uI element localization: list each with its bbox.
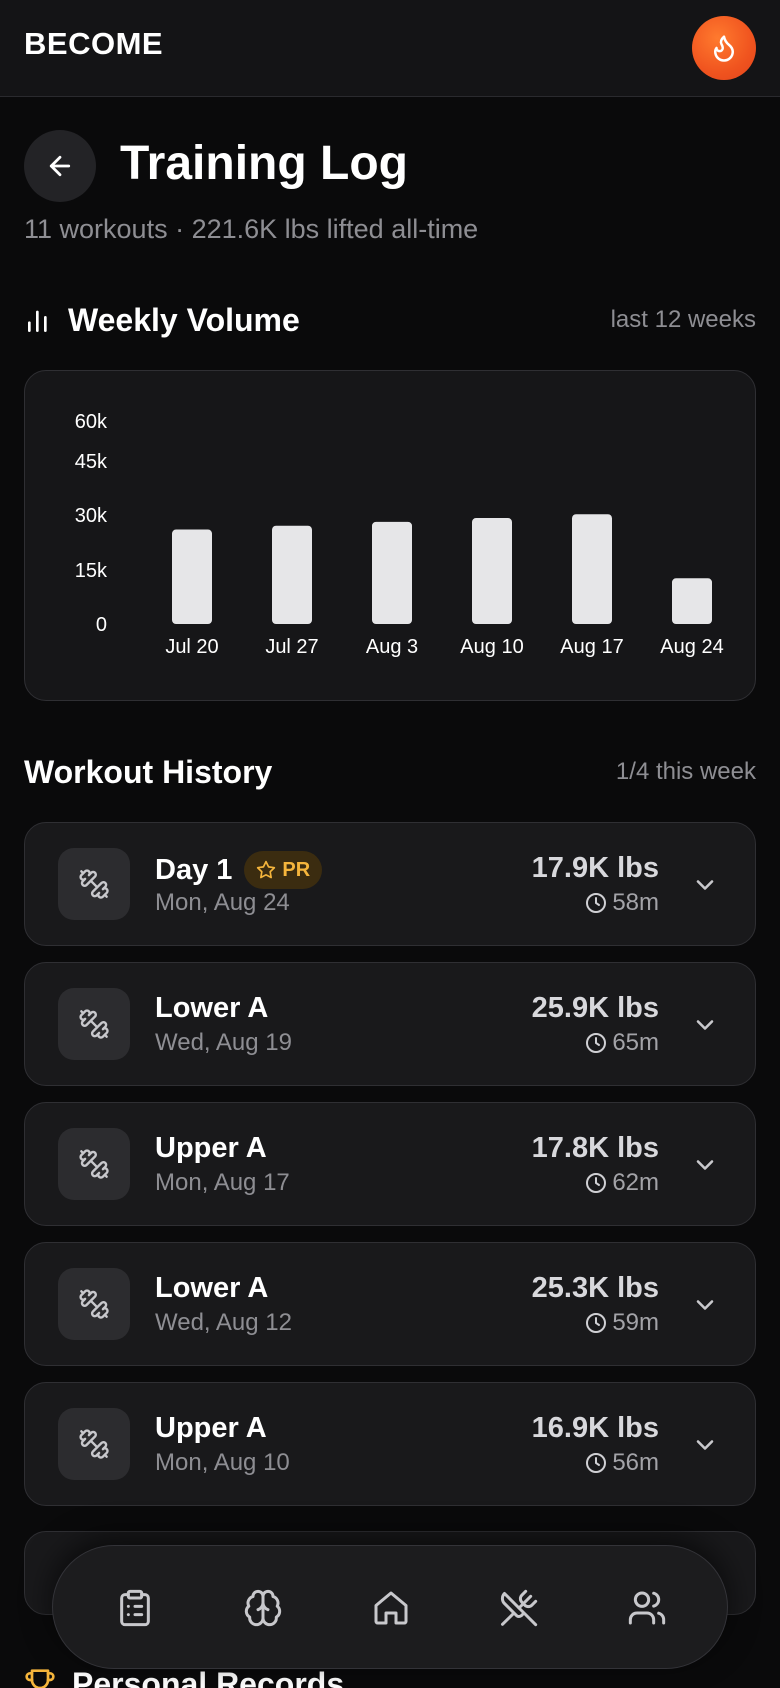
y-tick-label: 0 [96,614,107,636]
weekly-volume-title: Weekly Volume [68,302,300,338]
brain-icon [244,1589,282,1627]
weekly-volume-chart: 0 15k 30k 45k 60k Jul 20 Jul 27 Aug 3 Aug 10 Aug … [24,370,756,701]
workout-date: Mon, Aug 10 [155,1449,290,1476]
top-bar: BECOME [0,0,780,97]
workout-duration-value: 58m [612,889,659,916]
clock-icon [586,893,607,913]
workout-date: Wed, Aug 12 [155,1309,292,1336]
x-tick-label: Jul 27 [265,636,318,658]
bar-chart-icon [28,310,47,332]
workout-duration-value: 62m [612,1169,659,1196]
workout-card[interactable]: Lower A Wed, Aug 19 25.9K lbs 65m [24,962,756,1086]
volume-bar-chart: 0 15k 30k 45k 60k Jul 20 Jul 27 Aug 3 Aug 10 Aug … [75,411,724,658]
workout-duration: 62m [584,1169,659,1197]
clock-icon [586,1453,607,1473]
y-tick-label: 15k [75,560,108,582]
workout-date: Mon, Aug 24 [155,889,290,916]
pr-badge: PR [244,851,323,889]
users-icon [628,1591,666,1625]
page-subtitle: 11 workouts · 221.6K lbs lifted all-time [24,214,479,244]
workout-duration-value: 59m [612,1309,659,1336]
volume-bar[interactable] [172,529,212,624]
dumbbell-icon [58,1268,130,1340]
clipboard-list-icon [120,1589,150,1627]
workout-volume: 17.9K lbs [531,852,659,884]
workout-duration: 59m [584,1309,659,1337]
back-button[interactable] [24,130,96,202]
chevron-down-icon[interactable] [691,1011,719,1039]
workout-volume: 25.9K lbs [531,992,659,1024]
bottom-nav [52,1545,728,1669]
chevron-down-icon[interactable] [691,1431,719,1459]
workout-date: Mon, Aug 17 [155,1169,290,1196]
volume-bar[interactable] [372,521,412,624]
workout-duration-value: 65m [612,1029,659,1056]
y-tick-label: 60k [75,411,108,433]
flame-icon [714,35,734,62]
workout-card[interactable]: Upper A Mon, Aug 17 17.8K lbs 62m [24,1102,756,1226]
week-progress: 1/4 this week [615,758,756,785]
x-tick-label: Jul 20 [165,636,218,658]
nav-item-brain[interactable] [237,1582,289,1634]
chevron-down-icon[interactable] [691,1151,719,1179]
volume-bar[interactable] [472,518,512,624]
workout-volume: 16.9K lbs [531,1412,659,1444]
volume-bar[interactable] [272,525,312,624]
workout-name: Day 1 PR [155,851,323,889]
dumbbell-icon [58,1128,130,1200]
brand-logo: BECOME [24,26,164,61]
clock-icon [586,1173,607,1193]
workout-name: Upper A [155,1132,267,1164]
x-tick-label: Aug 3 [366,636,418,658]
streak-button[interactable] [692,16,756,80]
utensils-crossed-icon [500,1589,538,1627]
workout-name: Upper A [155,1412,267,1444]
page-title: Training Log [120,137,408,190]
clock-icon [586,1313,607,1333]
nav-item-community[interactable] [621,1582,673,1634]
volume-bar[interactable] [672,578,712,624]
clock-icon [586,1033,607,1053]
workout-duration: 56m [584,1449,659,1477]
nav-item-home[interactable] [365,1582,417,1634]
chevron-down-icon[interactable] [691,1291,719,1319]
training-log-screen: BECOME Training Log 11 workouts · 221.6K… [0,0,780,1688]
workout-card[interactable]: Day 1 PR Mon, Aug 24 17.9K lbs 58m [24,822,756,946]
star-icon [257,860,276,879]
workout-date: Wed, Aug 19 [155,1029,292,1056]
dumbbell-icon [58,988,130,1060]
dumbbell-icon [58,1408,130,1480]
workout-name: Lower A [155,1272,269,1304]
x-tick-label: Aug 17 [560,636,623,658]
trophy-icon [25,1669,55,1688]
weekly-volume-range: last 12 weeks [610,306,756,333]
workout-name-label: Day 1 [155,854,233,886]
x-tick-label: Aug 24 [660,636,723,658]
workout-card[interactable]: Lower A Wed, Aug 12 25.3K lbs 59m [24,1242,756,1366]
workout-duration: 65m [584,1029,659,1057]
home-icon [374,1591,408,1625]
weekly-volume-header: Weekly Volume last 12 weeks [24,298,756,342]
chevron-down-icon[interactable] [691,871,719,899]
volume-bar[interactable] [572,514,612,624]
arrow-left-icon [49,155,71,177]
y-tick-label: 30k [75,505,108,527]
workout-name: Lower A [155,992,269,1024]
y-tick-label: 45k [75,451,108,473]
workout-duration: 58m [584,889,659,917]
workout-volume: 25.3K lbs [531,1272,659,1304]
workout-duration-value: 56m [612,1449,659,1476]
workout-history-header: Workout History 1/4 this week [24,750,756,794]
nav-item-log[interactable] [109,1582,161,1634]
dumbbell-icon [58,848,130,920]
workout-card[interactable]: Upper A Mon, Aug 10 16.9K lbs 56m [24,1382,756,1506]
workout-volume: 17.8K lbs [531,1132,659,1164]
pr-badge-label: PR [282,859,311,881]
nav-item-nutrition[interactable] [493,1582,545,1634]
x-tick-label: Aug 10 [460,636,523,658]
